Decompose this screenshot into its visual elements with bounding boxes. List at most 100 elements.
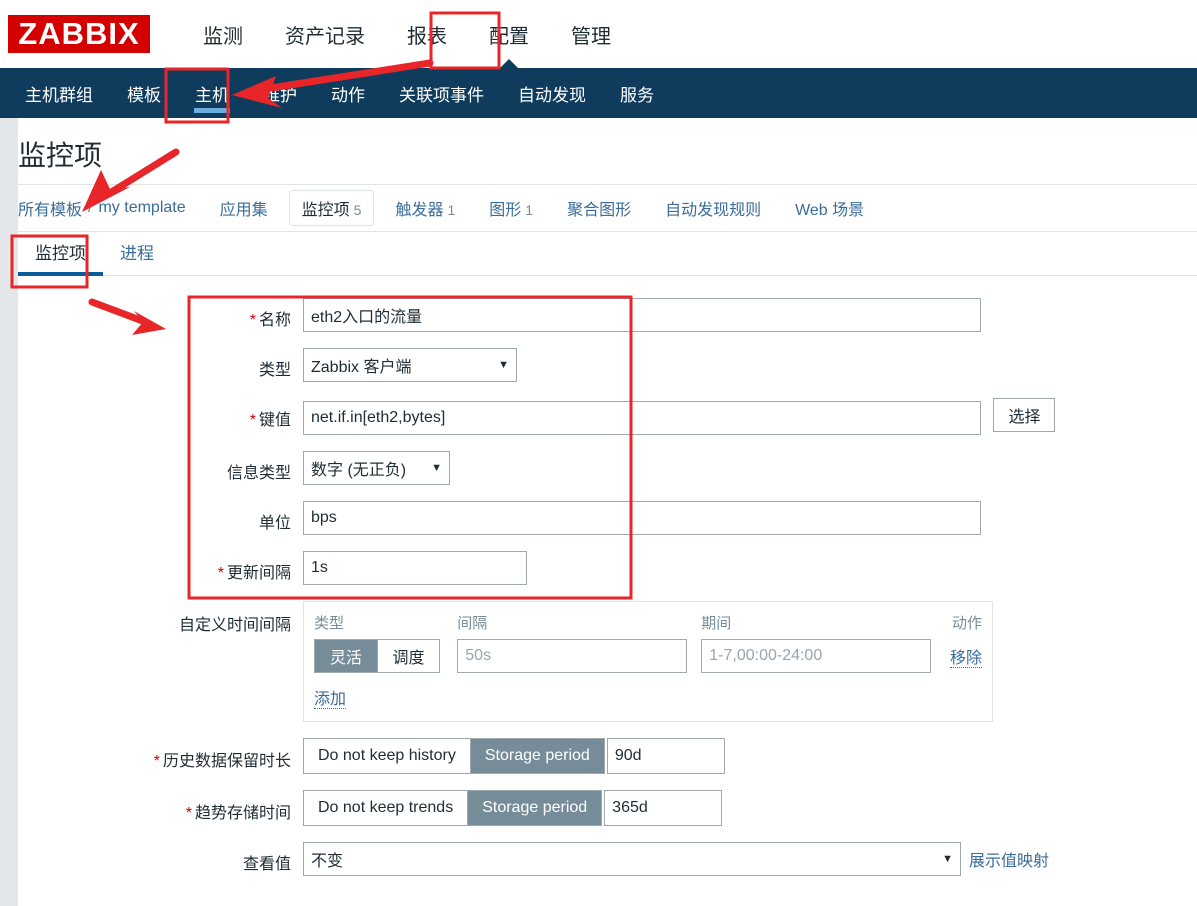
custom-intervals-table: 类型 间隔 期间 动作 灵活 调度 50s 1-7,00:00-24:00 移除… [303,601,993,722]
custom-intervals-header: 类型 间隔 期间 动作 [314,610,982,639]
tab-preprocessing[interactable]: 进程 [103,230,171,275]
object-tab-graphs[interactable]: 图形 1 [477,191,545,225]
units-input[interactable] [303,501,981,535]
breadcrumb: 所有模板 / my template 应用集 监控项 5 触发器 1 图形 1 聚合图… [18,185,1197,231]
object-tab-label: 聚合图形 [567,202,632,219]
name-input[interactable] [303,298,981,332]
interval-type-scheduling[interactable]: 调度 [377,640,439,672]
trends-mode-toggle[interactable]: Do not keep trends Storage period [303,790,603,826]
custom-interval-row: 灵活 调度 移除 [314,639,982,673]
chevron-down-icon: ▼ [942,853,953,865]
period-value-wrap [701,639,933,673]
required-marker: * [153,753,160,770]
history-mode-toggle[interactable]: Do not keep history Storage period [303,738,605,774]
subnav-item-correlation-events[interactable]: 关联项事件 [382,68,501,118]
type-field-wrap: Zabbix 客户端 ▼ [303,348,1197,382]
subnav-item-services[interactable]: 服务 [603,68,671,118]
object-tab-count: 1 [447,202,456,218]
show-value-select[interactable]: 不变 ▼ [303,842,961,876]
object-tab-discovery-rules[interactable]: 自动发现规则 [653,191,773,225]
main-nav-item-reports[interactable]: 报表 [386,0,468,68]
value-type-field-wrap: 数字 (无正负) ▼ [303,451,1197,485]
object-tab-triggers[interactable]: 触发器 1 [383,191,467,225]
object-tab-label: Web 场景 [795,202,865,219]
key-field-wrap: 选择 [303,398,1197,435]
main-nav-item-administration[interactable]: 管理 [550,0,632,68]
col-header-period: 期间 [701,615,732,632]
page-title: 监控项 [18,140,103,171]
value-type-select[interactable]: 数字 (无正负) ▼ [303,451,450,485]
object-tab-applications[interactable]: 应用集 [208,191,280,225]
interval-type-toggle[interactable]: 灵活 调度 [314,639,440,673]
type-label: 类型 [18,348,303,380]
main-nav-item-inventory[interactable]: 资产记录 [264,0,386,68]
units-label: 单位 [18,501,303,533]
zabbix-logo[interactable]: ZABBIX [8,15,150,53]
period-input[interactable] [701,639,932,673]
units-field-wrap [303,501,1197,535]
trends-value-input[interactable] [604,790,723,826]
breadcrumb-template-name[interactable]: my template [98,199,185,217]
interval-type-toggle-wrap: 灵活 调度 [314,639,457,673]
object-tab-label: 触发器 [395,202,444,219]
add-interval-wrap: 添加 [314,673,982,709]
history-label-text: 历史数据保留时长 [162,753,291,770]
form-row-key: *键值 选择 [18,398,1197,435]
form-row-value-type: 信息类型 数字 (无正负) ▼ [18,451,1197,485]
trends-label: * 趋势存储时间 [18,790,303,823]
history-value-input[interactable] [606,738,725,774]
subnav-item-hosts[interactable]: 主机 [178,68,246,118]
form-tabs: 监控项 进程 [18,232,1197,276]
key-input[interactable] [303,401,981,435]
history-field-wrap: Do not keep history Storage period [303,738,1197,774]
chevron-down-icon: ▼ [498,359,509,371]
history-do-not-keep[interactable]: Do not keep history [304,739,470,773]
history-storage-period[interactable]: Storage period [469,739,604,773]
update-interval-label: * 更新间隔 [18,551,303,583]
interval-input[interactable] [457,639,688,673]
subnav-item-maintenance[interactable]: 维护 [246,68,314,118]
object-tab-label: 图形 [489,202,522,219]
custom-intervals-label-text: 自定义时间间隔 [178,617,291,634]
key-select-button[interactable]: 选择 [993,398,1056,432]
units-label-text: 单位 [258,515,291,532]
chevron-down-icon: ▼ [431,462,442,474]
breadcrumb-all-templates[interactable]: 所有模板 [18,196,82,220]
main-nav-item-configuration[interactable]: 配置 [468,0,550,68]
show-value-field-wrap: 不变 ▼ 展示值映射 [303,842,1197,876]
trends-do-not-keep[interactable]: Do not keep trends [304,791,468,825]
object-tab-items[interactable]: 监控项 5 [289,191,374,225]
custom-intervals-field-wrap: 类型 间隔 期间 动作 灵活 调度 50s 1-7,00:00-24:00 移除… [303,601,1197,722]
subnav-item-host-groups[interactable]: 主机群组 [8,68,110,118]
update-interval-input[interactable] [303,551,527,585]
form-row-units: 单位 [18,501,1197,535]
name-label: * 名称 [18,298,303,330]
interval-value-wrap [457,639,701,673]
content-area: 监控项 所有模板 / my template 应用集 监控项 5 触发器 1 图形 1… [18,118,1197,906]
type-label-text: 类型 [258,362,291,379]
subnav-item-actions[interactable]: 动作 [314,68,382,118]
type-select[interactable]: Zabbix 客户端 ▼ [303,348,517,382]
show-value-label-text: 查看值 [242,856,291,873]
update-interval-field-wrap [303,551,1197,585]
tab-item[interactable]: 监控项 [18,230,103,276]
trends-storage-period[interactable]: Storage period [467,791,602,825]
main-nav-item-monitoring[interactable]: 监测 [182,0,264,68]
object-tab-screens[interactable]: 聚合图形 [555,191,643,225]
subnav-item-discovery[interactable]: 自动发现 [501,68,603,118]
trends-field-wrap: Do not keep trends Storage period [303,790,1197,826]
subnav-item-templates[interactable]: 模板 [110,68,178,118]
value-mapping-link[interactable]: 展示值映射 [969,847,1049,871]
value-type-select-value: 数字 (无正负) [311,462,407,479]
remove-interval-link[interactable]: 移除 [949,650,982,668]
custom-intervals-label: 自定义时间间隔 [18,601,303,635]
interval-type-flexible[interactable]: 灵活 [315,640,377,672]
name-label-text: 名称 [258,312,291,329]
form-row-type: 类型 Zabbix 客户端 ▼ [18,348,1197,382]
object-tab-web-scenarios[interactable]: Web 场景 [783,191,876,225]
history-label: * 历史数据保留时长 [18,738,303,771]
add-interval-link[interactable]: 添加 [314,691,347,709]
update-interval-label-text: 更新间隔 [226,565,291,582]
required-marker: * [185,805,192,822]
show-value-select-value: 不变 [311,853,344,870]
